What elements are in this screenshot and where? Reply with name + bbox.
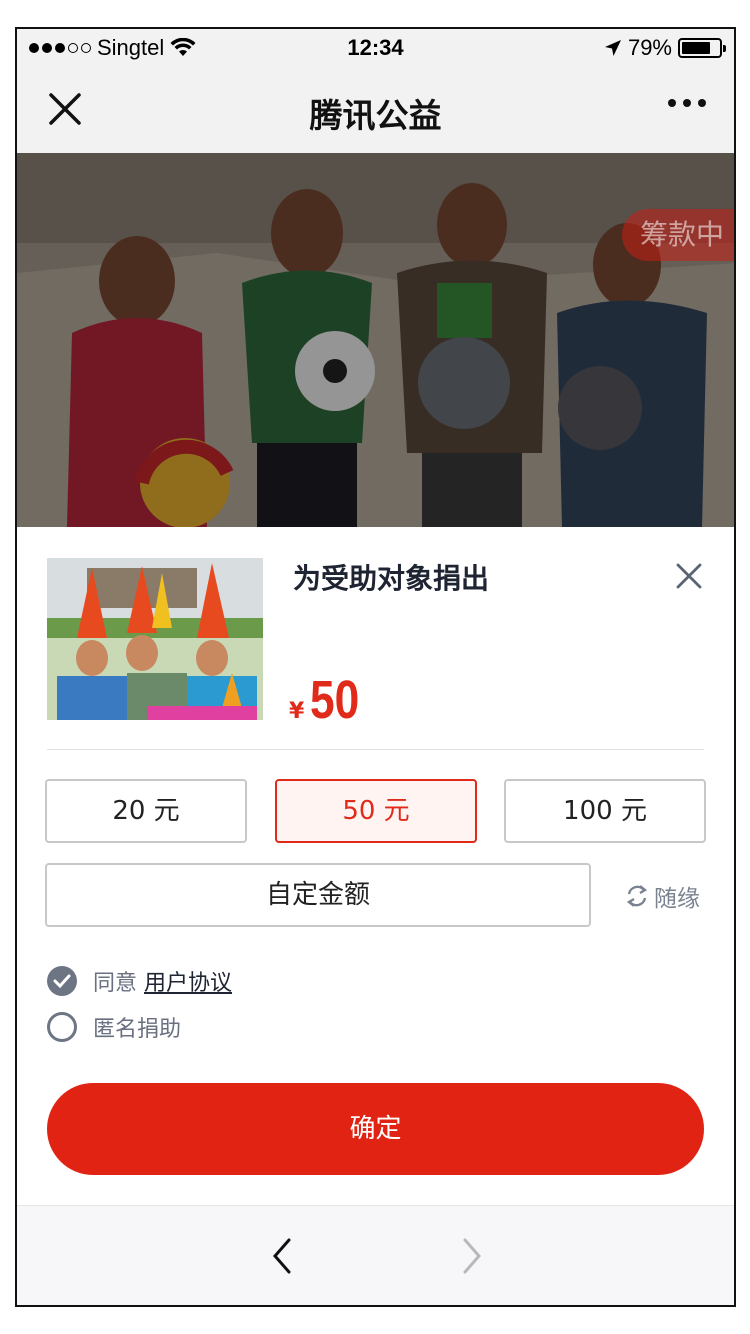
refresh-icon [626,885,648,907]
status-right: 79% [604,35,726,61]
browser-toolbar [17,1205,734,1305]
amount-option-100[interactable]: 100 元 [504,779,706,843]
currency-symbol: ¥ [289,699,305,724]
battery-icon [678,38,726,58]
close-icon[interactable] [674,561,704,591]
random-amount-label: 随缘 [654,886,700,912]
agree-label: 同意 [93,971,138,996]
checkbox-unchecked-icon[interactable] [47,1012,77,1042]
page-title: 腾讯公益 [309,96,442,135]
random-amount-button[interactable]: 随缘 [624,879,700,913]
back-chevron-icon[interactable] [267,1236,297,1276]
amount-option-20[interactable]: 20 元 [45,779,247,843]
confirm-button[interactable]: 确定 [47,1083,704,1175]
user-agreement-link[interactable]: 用户协议 [144,971,232,996]
status-badge: 筹款中 [621,209,734,261]
nav-bar: 腾讯公益 [17,69,734,153]
anonymous-row[interactable]: 匿名捐助 [47,1011,181,1043]
location-arrow-icon [604,40,621,56]
amount-value: 50 [310,670,360,730]
more-dots-icon[interactable] [668,99,706,107]
amount-option-50[interactable]: 50 元 [275,779,477,843]
phone-screen: Singtel 12:34 79% 腾讯公益 筹款中 为受助对象捐出 ¥ 50 … [15,27,736,1307]
forward-chevron-icon[interactable] [457,1236,487,1276]
anonymous-label: 匿名捐助 [93,1017,182,1042]
donation-title: 为受助对象捐出 [293,562,490,595]
hero-photo: 筹款中 [17,153,734,527]
divider [47,749,704,750]
selected-amount: ¥ 50 [289,669,370,731]
hero-overlay [17,153,734,527]
agree-row[interactable]: 同意 用户协议 [47,965,232,997]
custom-amount-button[interactable]: 自定金额 [45,863,591,927]
status-bar: Singtel 12:34 79% [17,29,734,69]
battery-percent: 79% [627,35,672,60]
checkbox-checked-icon[interactable] [47,966,77,996]
project-thumbnail [47,558,263,720]
donation-sheet: 为受助对象捐出 ¥ 50 20 元 50 元 100 元 自定金额 随缘 同意 … [17,527,734,1207]
